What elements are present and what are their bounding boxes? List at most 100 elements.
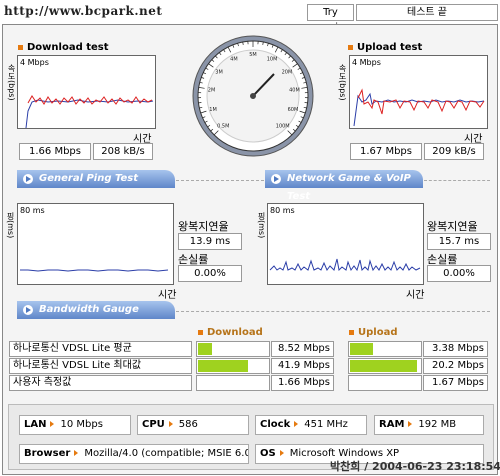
triangle-icon xyxy=(50,421,55,427)
bullet-icon xyxy=(349,329,354,335)
test-status: 테스트 끝 xyxy=(356,4,498,21)
ping-xlabel: 시간 xyxy=(158,290,177,301)
ram-value: 192 MB xyxy=(418,419,457,430)
upload-graph: 4 Mbps xyxy=(349,55,488,129)
download-mbps: 1.66 Mbps xyxy=(19,143,91,160)
site-url: http://www.bcpark.net xyxy=(4,4,163,18)
ping-graph: 80 ms xyxy=(17,203,174,285)
upload-yaxis-label: 속도(bps) xyxy=(338,64,347,101)
triangle-icon xyxy=(279,450,284,456)
speed-gauge: 0.5M 1M 2M 3M 4M 5M 10M 20M 40M 60M 100M xyxy=(192,35,314,157)
tab-general-ping-label: General Ping Test xyxy=(39,173,139,184)
watermark: 박찬희 / 2004-06-23 23:18:54 xyxy=(330,460,500,473)
os-label: OS xyxy=(260,448,276,459)
bullet-icon xyxy=(18,44,23,50)
bandwidth-row-label: 하나로통신 VDSL Lite 최대값 xyxy=(9,358,192,374)
download-title-text: Download test xyxy=(27,42,109,53)
upload-bar xyxy=(348,358,422,374)
bandwidth-upload-header: Upload xyxy=(349,327,397,338)
game-rtt-value: 15.7 ms xyxy=(427,233,491,250)
upload-value: 3.38 Mbps xyxy=(423,341,488,357)
bandwidth-upload-header-text: Upload xyxy=(358,327,398,338)
arrow-icon xyxy=(23,305,33,315)
ram-info: RAM 192 MB xyxy=(374,415,484,435)
game-xlabel: 시간 xyxy=(406,290,425,301)
try-again-button[interactable]: Try again xyxy=(307,4,354,33)
download-bar-fill xyxy=(198,360,248,372)
ping-loss-value: 0.00% xyxy=(178,265,242,282)
upload-bar xyxy=(348,375,422,391)
browser-label: Browser xyxy=(24,448,71,459)
game-graph: 80 ms xyxy=(267,203,424,285)
clock-label: Clock xyxy=(260,419,291,430)
game-rtt-label: 왕복지연율 xyxy=(427,220,478,233)
triangle-icon xyxy=(294,421,299,427)
divider xyxy=(176,311,490,312)
tab-bandwidth-gauge-label: Bandwidth Gauge xyxy=(39,304,139,315)
bullet-icon xyxy=(198,329,203,335)
upload-bar xyxy=(348,341,422,357)
game-line-chart xyxy=(269,258,421,272)
gauge-tick-label: 60M xyxy=(288,107,299,113)
game-loss-value: 0.00% xyxy=(427,265,491,282)
upload-line-chart xyxy=(353,88,485,127)
triangle-icon xyxy=(408,421,413,427)
lan-label: LAN xyxy=(24,419,47,430)
cpu-info: CPU 586 xyxy=(137,415,249,435)
divider xyxy=(176,180,264,181)
cpu-label: CPU xyxy=(142,419,165,430)
ping-rtt-label: 왕복지연율 xyxy=(178,220,229,233)
download-bar-fill xyxy=(198,343,212,355)
gauge-tick-label: 2M xyxy=(208,87,216,93)
clock-value: 451 MHz xyxy=(304,419,348,430)
bandwidth-download-header-text: Download xyxy=(207,327,263,338)
cpu-value: 586 xyxy=(178,419,198,430)
lan-value: 10 Mbps xyxy=(60,419,103,430)
clock-info: Clock 451 MHz xyxy=(255,415,367,435)
download-graph: 4 Mbps xyxy=(17,55,156,129)
gauge-tick-label: 1M xyxy=(209,107,217,113)
bandwidth-download-header: Download xyxy=(198,327,263,338)
arrow-icon xyxy=(271,174,281,184)
browser-value: Mozilla/4.0 (compatible; MSIE 6.0 xyxy=(84,448,249,459)
lan-info: LAN 10 Mbps xyxy=(19,415,131,435)
ping-rtt-value: 13.9 ms xyxy=(178,233,242,250)
ram-label: RAM xyxy=(379,419,405,430)
gauge-tick-label: 3M xyxy=(215,69,223,75)
upload-mbps: 1.67 Mbps xyxy=(350,143,422,160)
upload-title: Upload test xyxy=(348,42,422,53)
upload-bar-fill xyxy=(350,343,373,355)
ping-line-chart xyxy=(20,269,169,272)
download-value: 8.52 Mbps xyxy=(271,341,334,357)
upload-value: 1.67 Mbps xyxy=(423,375,488,391)
gauge-tick-label: 4M xyxy=(230,57,238,63)
download-yaxis-label: 속도(bps) xyxy=(7,64,16,101)
tab-network-game[interactable]: Network Game & VoIP Test xyxy=(265,170,423,202)
download-value: 41.9 Mbps xyxy=(271,358,334,374)
upload-title-text: Upload test xyxy=(357,42,423,53)
tab-general-ping[interactable]: General Ping Test xyxy=(17,170,175,188)
tab-bandwidth-gauge[interactable]: Bandwidth Gauge xyxy=(17,301,175,319)
upload-bar-fill xyxy=(350,360,417,372)
ping-yaxis-label: 핑(ms) xyxy=(6,212,15,239)
upload-kbs: 209 kB/s xyxy=(424,143,484,160)
download-bar xyxy=(196,341,270,357)
gauge-tick-label: 40M xyxy=(289,87,300,93)
gauge-tick-label: 100M xyxy=(276,124,290,130)
arrow-icon xyxy=(23,174,33,184)
game-yaxis-label: 핑(ms) xyxy=(257,212,266,239)
triangle-icon xyxy=(168,421,173,427)
gauge-tick-label: 10M xyxy=(267,57,278,63)
gauge-tick-label: 0.5M xyxy=(217,124,229,130)
download-bar xyxy=(196,358,270,374)
download-title: Download test xyxy=(18,42,109,53)
bullet-icon xyxy=(348,44,353,50)
gauge-tick-label: 20M xyxy=(282,69,293,75)
download-line-chart xyxy=(25,95,154,128)
download-value: 1.66 Mbps xyxy=(271,375,334,391)
gauge-tick-label: 5M xyxy=(249,52,257,58)
download-kbs: 208 kB/s xyxy=(93,143,153,160)
bandwidth-row-label: 하나로통신 VDSL Lite 평균 xyxy=(9,341,192,357)
bandwidth-row-label: 사용자 측정값 xyxy=(9,375,192,391)
download-bar xyxy=(196,375,270,391)
